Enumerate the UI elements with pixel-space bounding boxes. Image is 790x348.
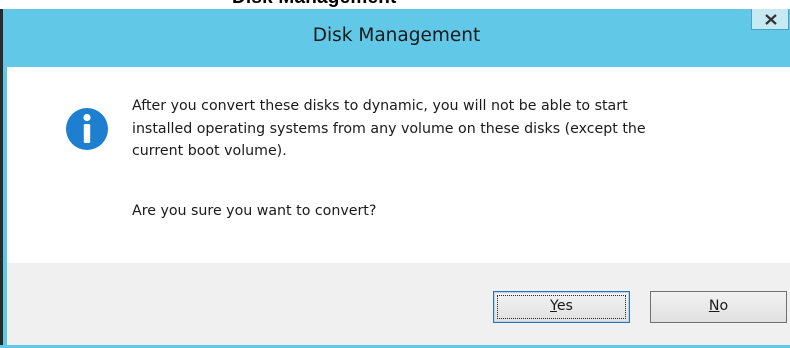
- background-window-strip: Disk Management: [0, 0, 790, 9]
- yes-button[interactable]: Yes: [493, 291, 630, 323]
- background-caption: Disk Management: [232, 0, 397, 9]
- title-bar[interactable]: Disk Management: [3, 9, 790, 67]
- button-bar: Yes No: [7, 263, 790, 348]
- message-line-1: After you convert these disks to dynamic…: [132, 98, 628, 114]
- dialog-title: Disk Management: [312, 25, 481, 46]
- dialog-message: After you convert these disks to dynamic…: [132, 95, 772, 163]
- confirm-question: Are you sure you want to convert?: [132, 203, 377, 219]
- no-mnemonic: N: [708, 298, 720, 314]
- message-line-2: installed operating systems from any vol…: [132, 120, 646, 137]
- close-icon: [765, 14, 777, 25]
- disk-management-dialog: Disk Management After you convert these …: [0, 9, 790, 348]
- dialog-client-area: After you convert these disks to dynamic…: [7, 67, 790, 348]
- no-button[interactable]: No: [650, 291, 787, 323]
- info-icon: [66, 108, 108, 150]
- screen: Disk Management Disk Management After yo…: [0, 0, 790, 348]
- close-button[interactable]: [751, 9, 789, 30]
- focus-ring: [497, 295, 626, 319]
- message-area: After you convert these disks to dynamic…: [7, 67, 790, 263]
- no-label-rest: o: [719, 298, 729, 314]
- message-line-3: current boot volume).: [132, 143, 287, 159]
